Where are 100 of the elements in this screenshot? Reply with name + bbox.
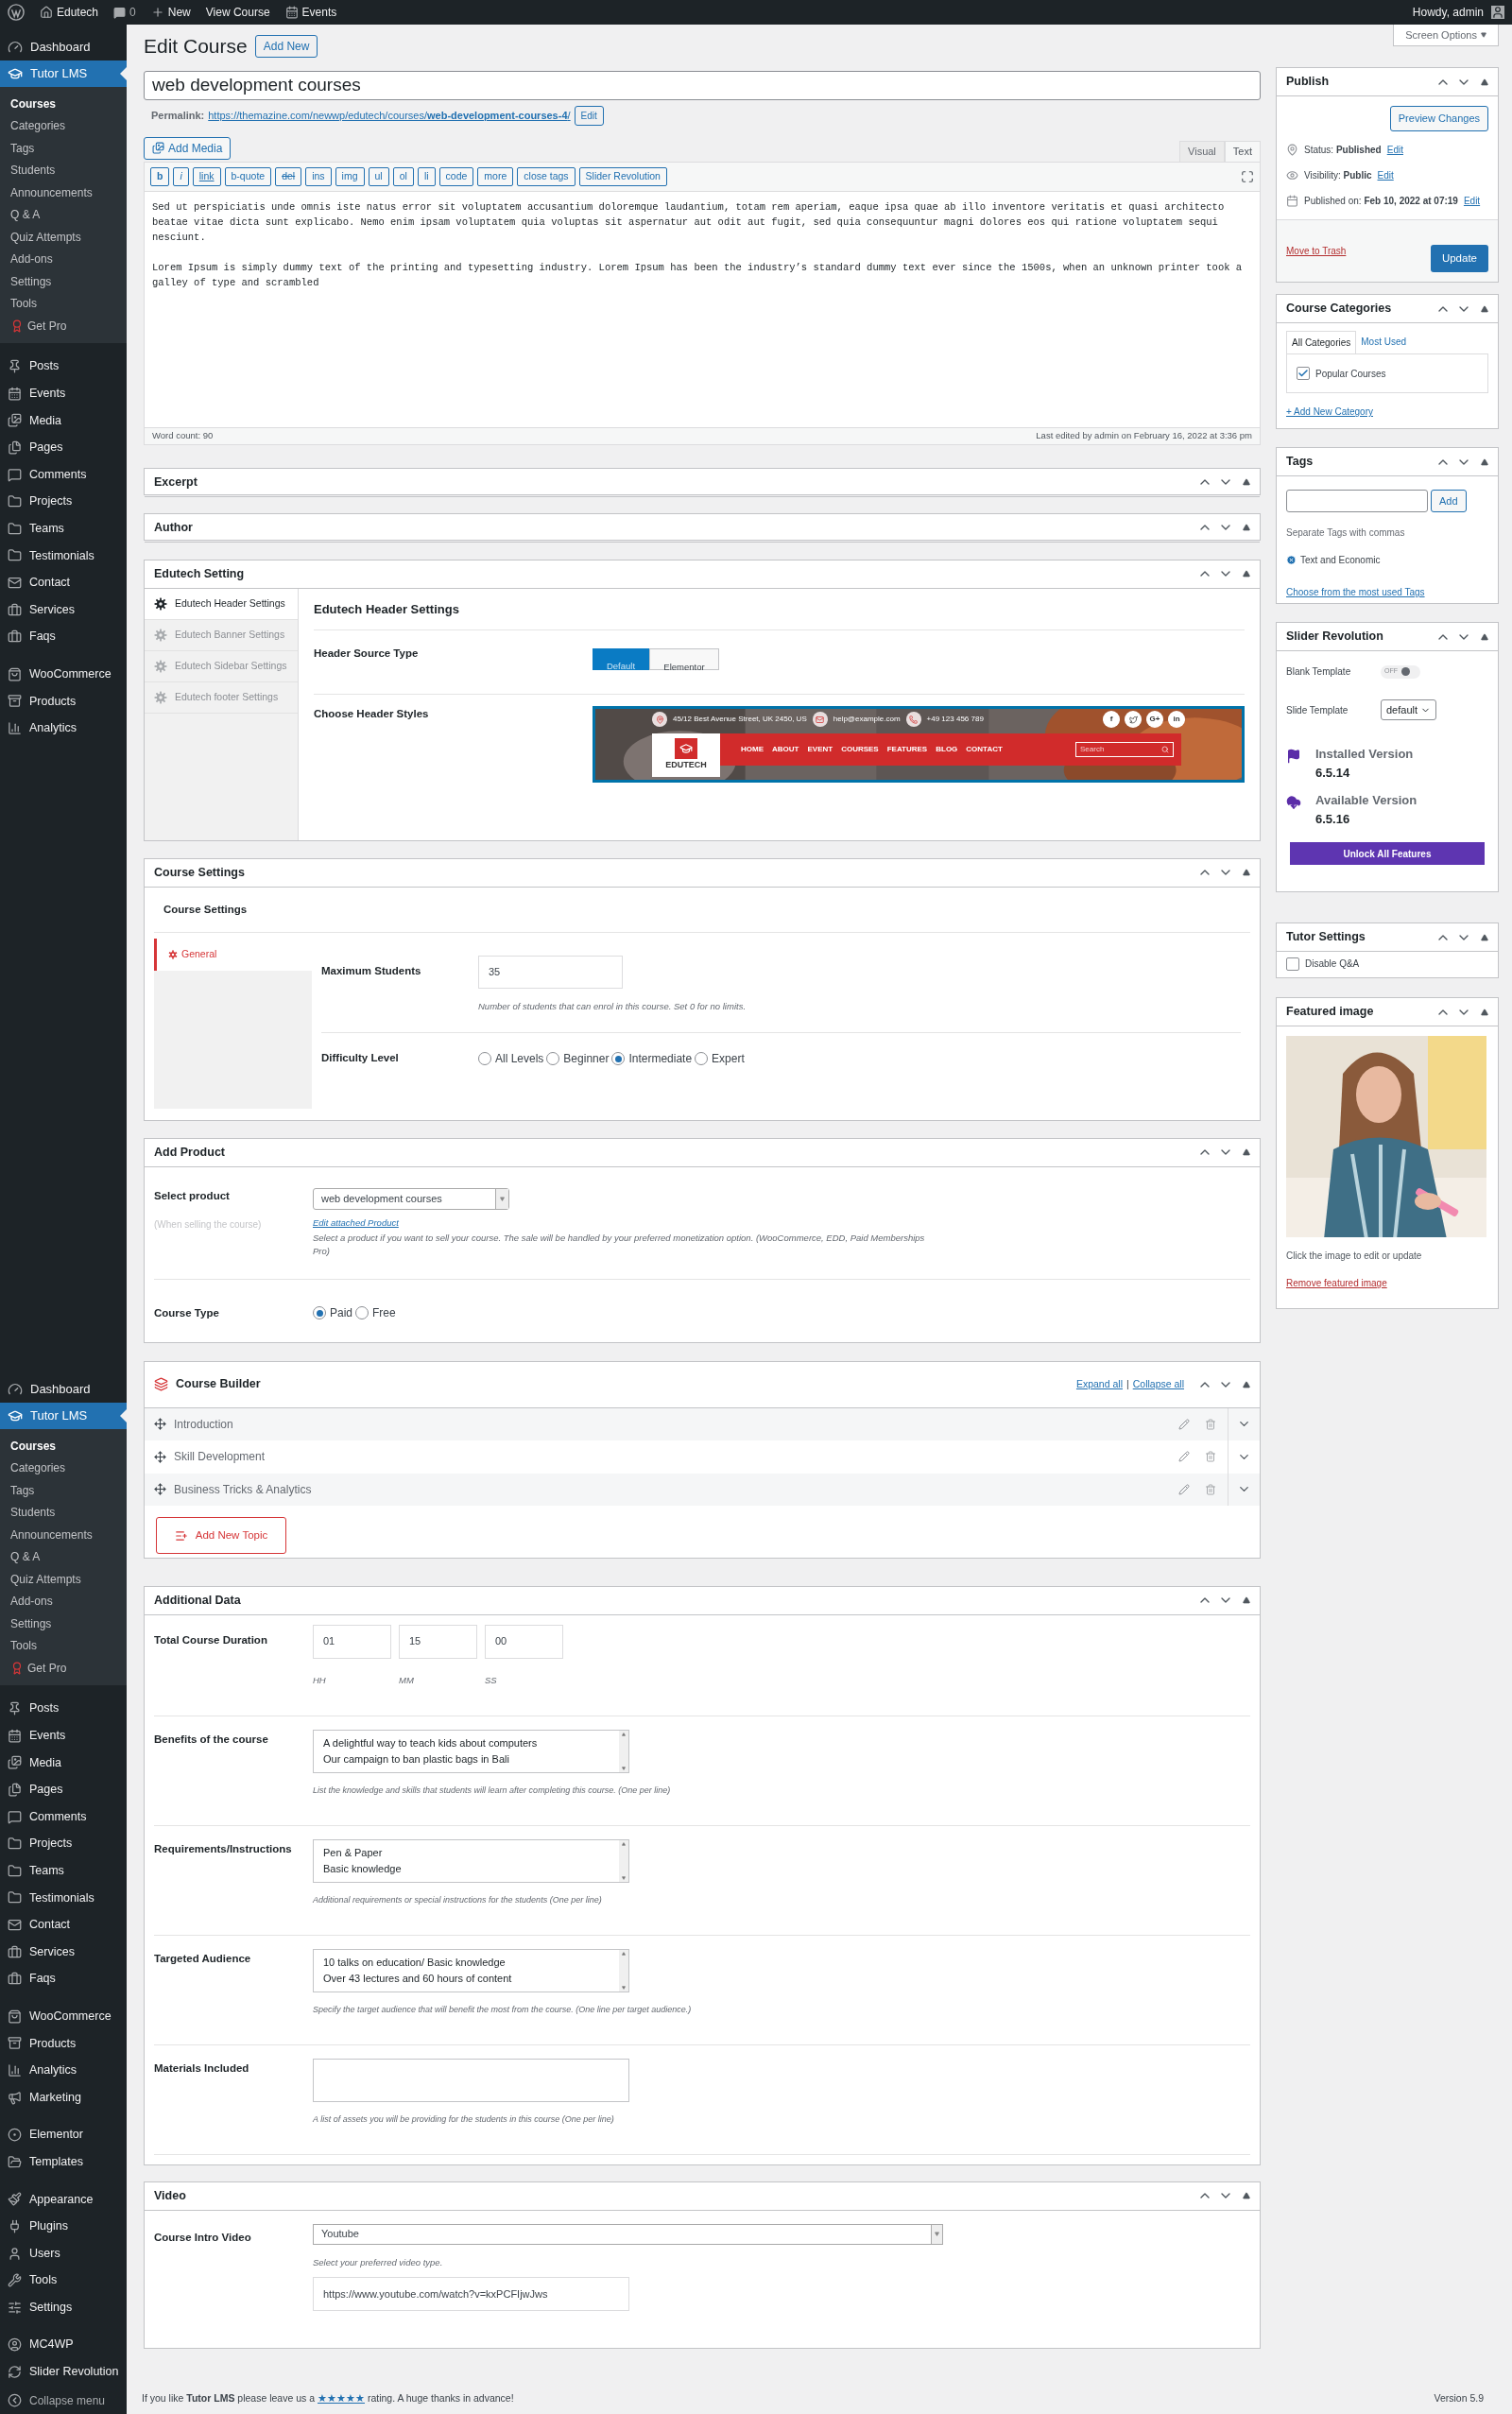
menu-item[interactable]: Elementor bbox=[0, 2121, 127, 2148]
duration-field[interactable]: 15 bbox=[399, 1624, 477, 1659]
menu-item[interactable]: Comments bbox=[0, 1802, 127, 1831]
menu-item[interactable]: Media bbox=[0, 1749, 127, 1777]
menu-item[interactable]: Analytics bbox=[0, 715, 127, 742]
update-button[interactable]: Update bbox=[1430, 244, 1488, 272]
add-topic-button[interactable]: Add New Topic bbox=[156, 1517, 286, 1554]
text-area[interactable]: A delightful way to teach kids about computers Our campaign to ban plastic bags in Bali bbox=[313, 1729, 629, 1773]
edit-product-link[interactable]: Edit attached Product bbox=[313, 1216, 936, 1230]
format-button[interactable]: i bbox=[173, 166, 189, 186]
comments-link[interactable]: 0 bbox=[113, 4, 136, 21]
edit-icon[interactable] bbox=[1178, 1483, 1190, 1495]
menu-item[interactable]: Projects bbox=[0, 1830, 127, 1858]
wordpress-logo-icon[interactable] bbox=[8, 4, 25, 21]
menu-item[interactable]: Products bbox=[0, 687, 127, 716]
header-style-option[interactable]: 45/12 Best Avenue Street, UK 2450, US help@example.com +49 123 456 789 f G+ in EDUTECH HOME ABOUT EVENT COURSES FEATURES BLOG CONTACT Search bbox=[593, 706, 1245, 783]
toggle-panel-button[interactable] bbox=[1481, 933, 1488, 941]
text-area[interactable]: 10 talks on education/ Basic knowledge Over 43 lectures and 60 hours of content bbox=[313, 1948, 629, 1992]
menu-item[interactable]: Tutor LMS bbox=[0, 60, 127, 87]
toggle-panel-button[interactable] bbox=[1243, 524, 1250, 531]
toggle-panel-button[interactable] bbox=[1481, 632, 1488, 641]
fullscreen-icon[interactable] bbox=[1241, 169, 1254, 183]
menu-item[interactable]: Teams bbox=[0, 1857, 127, 1885]
submenu-item[interactable]: Tags bbox=[0, 1479, 127, 1502]
title-field[interactable]: web development courses bbox=[144, 70, 1261, 100]
drag-handle-icon[interactable] bbox=[154, 1483, 166, 1496]
submenu-item[interactable]: Categories bbox=[0, 1457, 127, 1479]
screen-options-button[interactable]: Screen Options bbox=[1393, 25, 1499, 46]
radio-button[interactable] bbox=[546, 1052, 560, 1065]
new-link[interactable]: New bbox=[150, 4, 191, 21]
menu-item[interactable]: Projects bbox=[0, 488, 127, 516]
product-select[interactable]: web development courses bbox=[313, 1187, 509, 1210]
submenu-item[interactable]: Tags bbox=[0, 137, 127, 160]
drag-handle-icon[interactable] bbox=[154, 1450, 166, 1463]
nav-link[interactable]: EVENT bbox=[807, 744, 833, 755]
menu-item[interactable]: WooCommerce bbox=[0, 2003, 127, 2030]
source-option-button[interactable]: Default bbox=[593, 648, 649, 670]
scrollbar[interactable] bbox=[619, 1839, 628, 1882]
toggle-panel-button[interactable] bbox=[1243, 2192, 1250, 2199]
submenu-item[interactable]: Quiz Attempts bbox=[0, 226, 127, 249]
format-button[interactable]: img bbox=[335, 166, 365, 186]
radio-button[interactable] bbox=[313, 1306, 326, 1320]
permalink-link[interactable]: https://themazine.com/newwp/edutech/courses/web-development-courses-4/ bbox=[208, 107, 571, 124]
submenu-item[interactable]: Announcements bbox=[0, 181, 127, 204]
nav-link[interactable]: FEATURES bbox=[886, 744, 928, 755]
menu-item[interactable]: Events bbox=[0, 1722, 127, 1750]
menu-item[interactable]: Tools bbox=[0, 2267, 127, 2294]
preview-changes-button[interactable]: Preview Changes bbox=[1389, 106, 1488, 131]
submenu-item[interactable]: Settings bbox=[0, 270, 127, 293]
search-field[interactable]: Search bbox=[1075, 742, 1174, 757]
scrollbar[interactable] bbox=[619, 1949, 628, 1992]
text-area[interactable]: Pen & Paper Basic knowledge bbox=[313, 1838, 629, 1883]
menu-item[interactable]: Plugins bbox=[0, 2213, 127, 2240]
site-link[interactable]: Edutech bbox=[40, 4, 99, 21]
menu-item[interactable]: Posts bbox=[0, 353, 127, 381]
drag-handle-icon[interactable] bbox=[154, 1418, 166, 1431]
menu-item[interactable]: Contact bbox=[0, 569, 127, 596]
radio-button[interactable] bbox=[355, 1306, 369, 1320]
scroll-down-icon[interactable] bbox=[622, 1766, 626, 1770]
menu-item[interactable]: Dashboard bbox=[0, 1376, 127, 1403]
menu-item[interactable]: Media bbox=[0, 406, 127, 435]
events-link[interactable]: Events bbox=[284, 4, 337, 21]
topic-row[interactable]: Business Tricks & Analytics bbox=[145, 1473, 1260, 1506]
trash-link[interactable]: Move to Trash bbox=[1286, 243, 1347, 258]
submenu-item[interactable]: Get Pro bbox=[0, 1657, 127, 1680]
duration-field[interactable]: 00 bbox=[485, 1624, 563, 1659]
menu-item[interactable]: Templates bbox=[0, 2148, 127, 2176]
menu-item[interactable]: Users bbox=[0, 2239, 127, 2267]
submenu-item[interactable]: Tools bbox=[0, 292, 127, 315]
menu-item[interactable]: Faqs bbox=[0, 1965, 127, 1993]
submenu-item[interactable]: Courses bbox=[0, 1435, 127, 1457]
edit-icon[interactable] bbox=[1178, 1451, 1190, 1463]
format-button[interactable]: ul bbox=[368, 166, 389, 186]
source-option-button[interactable]: Elementor bbox=[649, 648, 719, 670]
menu-item[interactable]: Services bbox=[0, 1938, 127, 1966]
edit-permalink-button[interactable]: Edit bbox=[574, 105, 604, 126]
scrollbar[interactable] bbox=[619, 1730, 628, 1772]
menu-item[interactable]: Pages bbox=[0, 434, 127, 461]
tag-input-field[interactable] bbox=[1286, 490, 1428, 512]
menu-item[interactable]: Analytics bbox=[0, 2057, 127, 2084]
scroll-up-icon[interactable] bbox=[622, 1732, 626, 1736]
edit-link[interactable]: Edit bbox=[1377, 167, 1394, 182]
toggle-panel-button[interactable] bbox=[1481, 304, 1488, 313]
nav-link[interactable]: ABOUT bbox=[772, 744, 799, 755]
unlock-features-button[interactable]: Unlock All Features bbox=[1290, 842, 1485, 865]
edit-icon[interactable] bbox=[1178, 1418, 1190, 1430]
toggle-panel-button[interactable] bbox=[1243, 570, 1250, 578]
view-course-link[interactable]: View Course bbox=[205, 4, 270, 21]
rating-link[interactable]: ★★★★★ bbox=[318, 2391, 365, 2404]
scroll-down-icon[interactable] bbox=[622, 1875, 626, 1880]
format-button[interactable]: ins bbox=[305, 166, 332, 186]
menu-item[interactable]: Pages bbox=[0, 1776, 127, 1803]
toggle-panel-button[interactable] bbox=[1243, 869, 1250, 876]
scroll-up-icon[interactable] bbox=[622, 1841, 626, 1846]
duration-field[interactable]: 01 bbox=[313, 1624, 391, 1659]
menu-item[interactable]: Testimonials bbox=[0, 542, 127, 570]
radio-button[interactable] bbox=[611, 1052, 626, 1065]
format-button[interactable]: li bbox=[417, 166, 436, 186]
avatar-icon[interactable] bbox=[1491, 6, 1504, 19]
menu-item[interactable]: MC4WP bbox=[0, 2331, 127, 2359]
